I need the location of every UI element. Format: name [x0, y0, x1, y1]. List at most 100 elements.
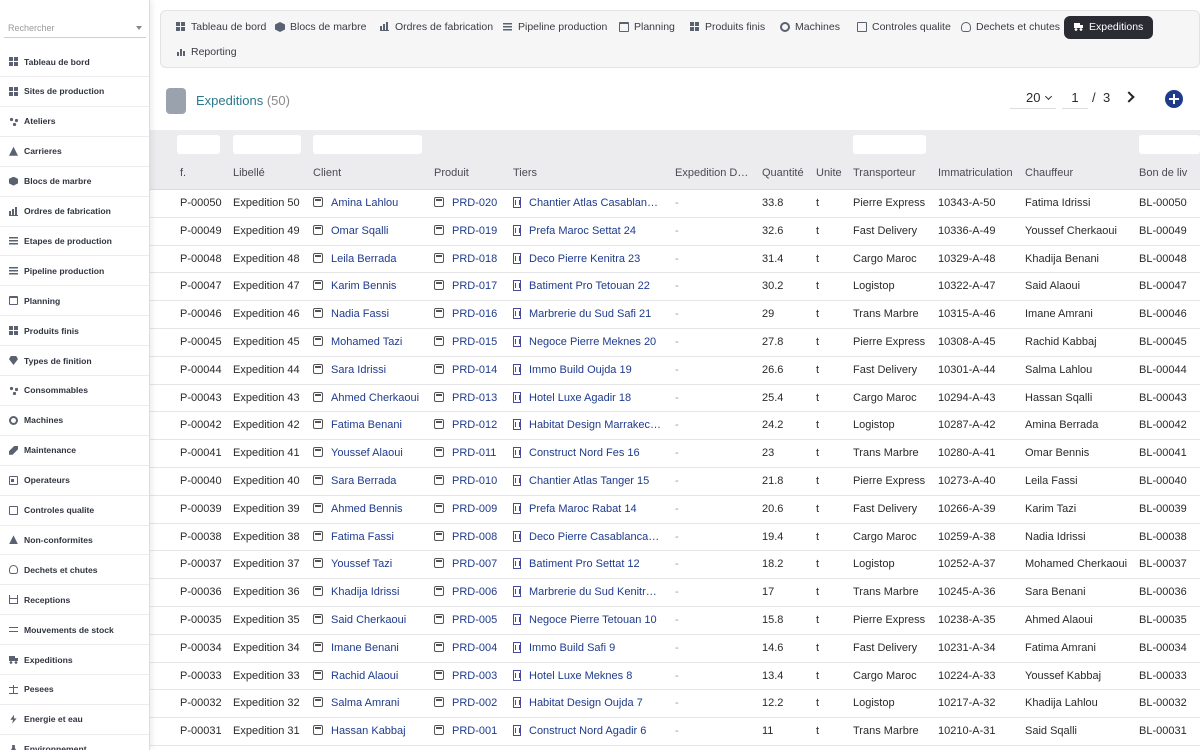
cell-tiers[interactable]: Marbrerie du Sud Safi 21: [513, 308, 669, 320]
cell-produit[interactable]: PRD-008: [434, 530, 509, 543]
cell-tiers[interactable]: Prefa Maroc Settat 24: [513, 224, 669, 237]
cell-produit[interactable]: PRD-016: [434, 308, 509, 320]
cell-tiers[interactable]: Batiment Pro Settat 12: [513, 558, 669, 570]
table-row[interactable]: P-00045 Expedition 45 Mohamed Tazi PRD-015 N…: [150, 329, 1200, 357]
filter-input-transporteur[interactable]: [853, 135, 926, 154]
cell-produit[interactable]: PRD-002: [434, 697, 509, 709]
sidebar-item-carrieres[interactable]: Carrieres: [0, 137, 149, 167]
cell-produit[interactable]: PRD-004: [434, 641, 509, 654]
tab-tableau-de-bord[interactable]: Tableau de bord: [176, 17, 266, 37]
cell-client[interactable]: Rachid Alaoui: [313, 669, 429, 682]
cell-client[interactable]: Nadia Fassi: [313, 308, 429, 320]
cell-client[interactable]: Salma Amrani: [313, 697, 429, 709]
cell-tiers[interactable]: Batiment Pro Tetouan 22: [513, 280, 669, 292]
cell-produit[interactable]: PRD-014: [434, 363, 509, 376]
cell-tiers[interactable]: Marbrerie du Sud Kenitr…: [513, 586, 669, 598]
table-row[interactable]: P-00033 Expedition 33 Rachid Alaoui PRD-003…: [150, 663, 1200, 691]
sidebar-item-expeditions[interactable]: Expeditions: [0, 645, 149, 675]
table-row[interactable]: P-00041 Expedition 41 Youssef Alaoui PRD-01…: [150, 440, 1200, 468]
cell-tiers[interactable]: Habitat Design Oujda 7: [513, 697, 669, 709]
cell-produit[interactable]: PRD-018: [434, 252, 509, 265]
add-record-button[interactable]: [1165, 90, 1183, 108]
column-header-bon-de-livraison[interactable]: Bon de liv: [1139, 167, 1200, 179]
tab-produits-finis[interactable]: Produits finis: [690, 17, 765, 37]
cell-tiers[interactable]: Negoce Pierre Tetouan 10: [513, 613, 669, 626]
cell-produit[interactable]: PRD-005: [434, 613, 509, 626]
tab-pipeline-production[interactable]: Pipeline production: [503, 17, 607, 37]
cell-client[interactable]: Karim Bennis: [313, 280, 429, 292]
cell-client[interactable]: Fatima Benani: [313, 419, 429, 431]
cell-produit[interactable]: PRD-020: [434, 197, 509, 209]
cell-produit[interactable]: PRD-015: [434, 335, 509, 348]
cell-produit[interactable]: PRD-019: [434, 224, 509, 237]
cell-tiers[interactable]: Immo Build Oujda 19: [513, 363, 669, 376]
table-row[interactable]: P-00031 Expedition 31 Hassan Kabbaj PRD-001…: [150, 718, 1200, 746]
cell-client[interactable]: Mohamed Tazi: [313, 335, 429, 348]
sidebar-item-dechets-et-chutes[interactable]: Dechets et chutes: [0, 555, 149, 586]
cell-produit[interactable]: PRD-012: [434, 419, 509, 431]
sidebar-item-tableau-de-bord[interactable]: Tableau de bord: [0, 47, 149, 77]
sidebar-item-receptions[interactable]: Receptions: [0, 585, 149, 616]
cell-client[interactable]: Youssef Tazi: [313, 558, 429, 570]
tab-reporting[interactable]: Reporting: [176, 42, 237, 62]
filter-input-bon[interactable]: [1139, 135, 1200, 154]
table-row[interactable]: P-00032 Expedition 32 Salma Amrani PRD-002 H…: [150, 690, 1200, 719]
cell-client[interactable]: Ahmed Cherkaoui: [313, 391, 429, 404]
cell-client[interactable]: Hassan Kabbaj: [313, 725, 429, 737]
table-row[interactable]: P-00039 Expedition 39 Ahmed Bennis PRD-009 P…: [150, 496, 1200, 524]
cell-tiers[interactable]: Hotel Luxe Meknes 8: [513, 669, 669, 682]
cell-tiers[interactable]: Prefa Maroc Rabat 14: [513, 502, 669, 515]
cell-client[interactable]: Fatima Fassi: [313, 530, 429, 543]
next-page-icon[interactable]: [1123, 91, 1135, 103]
column-header-libelle[interactable]: Libellé: [233, 167, 309, 179]
sidebar-item-environnement[interactable]: Environnement: [0, 735, 149, 750]
sidebar-item-non-conformites[interactable]: Non-conformites: [0, 525, 149, 556]
cell-produit[interactable]: PRD-003: [434, 669, 509, 682]
column-header-tiers[interactable]: Tiers: [513, 167, 669, 179]
current-page-input[interactable]: 1: [1062, 90, 1088, 109]
cell-tiers[interactable]: Negoce Pierre Meknes 20: [513, 335, 669, 348]
cell-client[interactable]: Amina Lahlou: [313, 197, 429, 209]
sidebar-item-mouvements-de-stock[interactable]: Mouvements de stock: [0, 615, 149, 646]
cell-client[interactable]: Leila Berrada: [313, 252, 429, 265]
column-header-immatriculation[interactable]: Immatriculation: [938, 167, 1022, 179]
sidebar-item-ordres-de-fabrication[interactable]: Ordres de fabrication: [0, 197, 149, 227]
sidebar-search-input[interactable]: Rechercher: [4, 18, 146, 38]
sidebar-item-pesees[interactable]: Pesees: [0, 675, 149, 705]
cell-tiers[interactable]: Chantier Atlas Casablan…: [513, 197, 669, 209]
filter-input-client[interactable]: [313, 135, 422, 154]
tab-controles-qualite[interactable]: Controles qualite: [857, 17, 951, 37]
column-header-expedition-date[interactable]: Expedition D…: [675, 167, 755, 179]
cell-produit[interactable]: PRD-010: [434, 474, 509, 487]
sidebar-item-etapes-de-production[interactable]: Etapes de production: [0, 226, 149, 257]
sidebar-item-ateliers[interactable]: Ateliers: [0, 107, 149, 137]
sidebar-item-sites-de-production[interactable]: Sites de production: [0, 77, 149, 107]
cell-client[interactable]: Omar Sqalli: [313, 224, 429, 237]
cell-produit[interactable]: PRD-001: [434, 725, 509, 737]
table-row[interactable]: P-00050 Expedition 50 Amina Lahlou PRD-020 C…: [150, 190, 1200, 218]
cell-produit[interactable]: PRD-007: [434, 558, 509, 570]
tab-machines[interactable]: Machines: [780, 17, 840, 37]
table-row[interactable]: P-00049 Expedition 49 Omar Sqalli PRD-019 Pr…: [150, 218, 1200, 246]
table-row[interactable]: P-00035 Expedition 35 Said Cherkaoui PRD-00…: [150, 607, 1200, 635]
cell-tiers[interactable]: Immo Build Safi 9: [513, 641, 669, 654]
cell-produit[interactable]: PRD-013: [434, 391, 509, 404]
cell-produit[interactable]: PRD-011: [434, 447, 509, 459]
column-header-produit[interactable]: Produit: [434, 167, 509, 179]
column-header-chauffeur[interactable]: Chauffeur: [1025, 167, 1137, 179]
cell-tiers[interactable]: Construct Nord Agadir 6: [513, 725, 669, 737]
tab-dechets-et-chutes[interactable]: Dechets et chutes: [961, 17, 1060, 37]
column-header-unite[interactable]: Unite: [816, 167, 850, 179]
cell-client[interactable]: Sara Berrada: [313, 474, 429, 487]
page-size-select[interactable]: 20: [1010, 90, 1056, 109]
table-row[interactable]: P-00048 Expedition 48 Leila Berrada PRD-018…: [150, 246, 1200, 274]
cell-produit[interactable]: PRD-006: [434, 586, 509, 598]
table-row[interactable]: P-00047 Expedition 47 Karim Bennis PRD-017 B…: [150, 273, 1200, 302]
sidebar-item-planning[interactable]: Planning: [0, 286, 149, 317]
tab-expeditions[interactable]: Expeditions: [1064, 15, 1154, 39]
cell-tiers[interactable]: Hotel Luxe Agadir 18: [513, 391, 669, 404]
tab-planning[interactable]: Planning: [619, 17, 675, 37]
tab-ordres-de-fabrication[interactable]: Ordres de fabrication: [380, 17, 493, 37]
table-row[interactable]: P-00036 Expedition 36 Khadija Idrissi PRD-0…: [150, 579, 1200, 607]
column-header-transporteur[interactable]: Transporteur: [853, 167, 935, 179]
